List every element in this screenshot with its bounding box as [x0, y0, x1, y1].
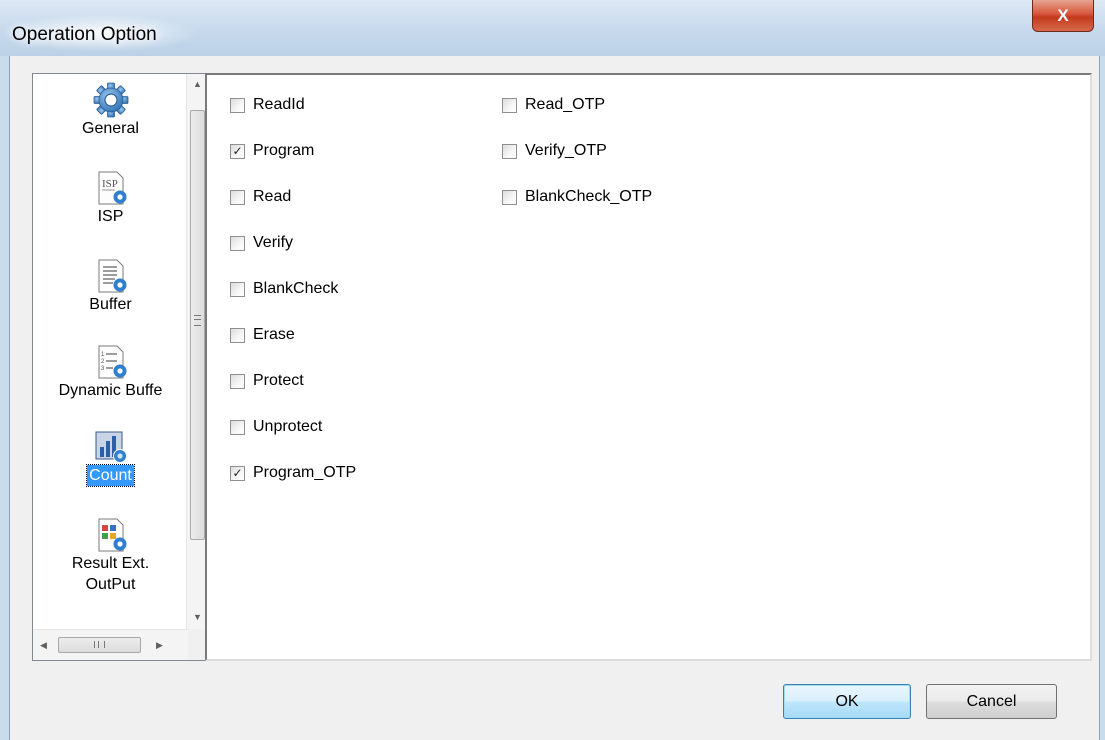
option-label: BlankCheck_OTP [525, 188, 653, 205]
checkbox[interactable] [502, 143, 517, 159]
option-label: Verify [253, 234, 294, 251]
option-verify-otp[interactable]: Verify_OTP [502, 142, 607, 160]
scroll-right-icon[interactable]: ▶ [149, 635, 170, 655]
nav-item-isp[interactable]: ISP ISP [33, 170, 188, 227]
option-erase[interactable]: Erase [230, 326, 295, 344]
nav-label-buffer: Buffer [89, 296, 132, 313]
grip-icon [194, 315, 201, 326]
option-blankcheck-otp[interactable]: BlankCheck_OTP [502, 188, 652, 206]
category-nav-panel: General ISP ISP Buffer 1 2 3 Dynamic Buf… [32, 73, 212, 661]
buffer-icon [98, 259, 126, 293]
checkbox-checked[interactable]: ✓ [230, 143, 245, 159]
option-program[interactable]: ✓ Program [230, 142, 314, 160]
checkbox[interactable] [230, 419, 245, 435]
cancel-button[interactable]: Cancel [926, 684, 1057, 719]
nav-label-result-ext: Result Ext. [71, 555, 150, 572]
vertical-scroll-thumb[interactable] [190, 110, 205, 540]
option-unprotect[interactable]: Unprotect [230, 418, 322, 436]
result-output-icon [98, 518, 126, 552]
nav-item-general[interactable]: General [33, 82, 188, 139]
nav-item-result-output[interactable]: Result Ext. OutPut [33, 517, 188, 595]
nav-label-general: General [82, 120, 139, 137]
nav-label-dynamic-buffer: Dynamic Buffe [58, 382, 163, 399]
dynamic-buffer-icon: 1 2 3 [98, 345, 126, 379]
checkbox[interactable] [230, 97, 245, 113]
count-chart-icon [95, 431, 127, 463]
option-label: Verify_OTP [525, 142, 607, 159]
option-readid[interactable]: ReadId [230, 96, 305, 114]
operation-options-panel: ReadId ✓ Program Read Verify BlankCheck … [205, 73, 1092, 661]
isp-icon: ISP [98, 171, 126, 205]
horizontal-scroll-thumb[interactable] [58, 637, 141, 653]
option-read-otp[interactable]: Read_OTP [502, 96, 605, 114]
checkbox[interactable] [230, 235, 245, 251]
svg-text:ISP: ISP [102, 178, 118, 190]
option-label: Read [253, 188, 292, 205]
checkbox[interactable] [502, 189, 517, 205]
checkbox[interactable] [230, 327, 245, 343]
option-protect[interactable]: Protect [230, 372, 304, 390]
checkbox[interactable] [230, 189, 245, 205]
nav-label-isp: ISP [97, 208, 124, 225]
grip-icon [94, 641, 105, 648]
option-label: ReadId [253, 96, 305, 113]
gear-icon [93, 82, 128, 118]
checkbox-checked[interactable]: ✓ [230, 465, 245, 481]
nav-item-buffer[interactable]: Buffer [33, 258, 188, 315]
checkbox[interactable] [230, 373, 245, 389]
nav-label-output: OutPut [85, 576, 136, 593]
nav-item-count[interactable]: Count [33, 429, 188, 487]
option-label: Program_OTP [253, 464, 357, 481]
option-blankcheck[interactable]: BlankCheck [230, 280, 338, 298]
option-label: BlankCheck [253, 280, 339, 297]
close-icon: X [1057, 5, 1069, 25]
option-read[interactable]: Read [230, 188, 291, 206]
option-label: Erase [253, 326, 295, 343]
checkbox[interactable] [502, 97, 517, 113]
scroll-left-icon[interactable]: ◀ [33, 635, 54, 655]
option-label: Read_OTP [525, 96, 606, 113]
option-program-otp[interactable]: ✓ Program_OTP [230, 464, 356, 482]
option-verify[interactable]: Verify [230, 234, 293, 252]
nav-item-dynamic-buffer[interactable]: 1 2 3 Dynamic Buffe [33, 344, 188, 401]
horizontal-scrollbar[interactable]: ◀ ▶ [33, 629, 188, 660]
option-label: Unprotect [253, 418, 323, 435]
close-button[interactable]: X [1032, 0, 1094, 32]
nav-label-count: Count [86, 464, 135, 487]
option-label: Protect [253, 372, 304, 389]
ok-button[interactable]: OK [783, 684, 911, 719]
window-title: Operation Option [12, 24, 157, 45]
option-label: Program [253, 142, 315, 159]
dialog-body: General ISP ISP Buffer 1 2 3 Dynamic Buf… [9, 56, 1100, 740]
checkbox[interactable] [230, 281, 245, 297]
title-bar: Operation Option X [0, 0, 1105, 56]
